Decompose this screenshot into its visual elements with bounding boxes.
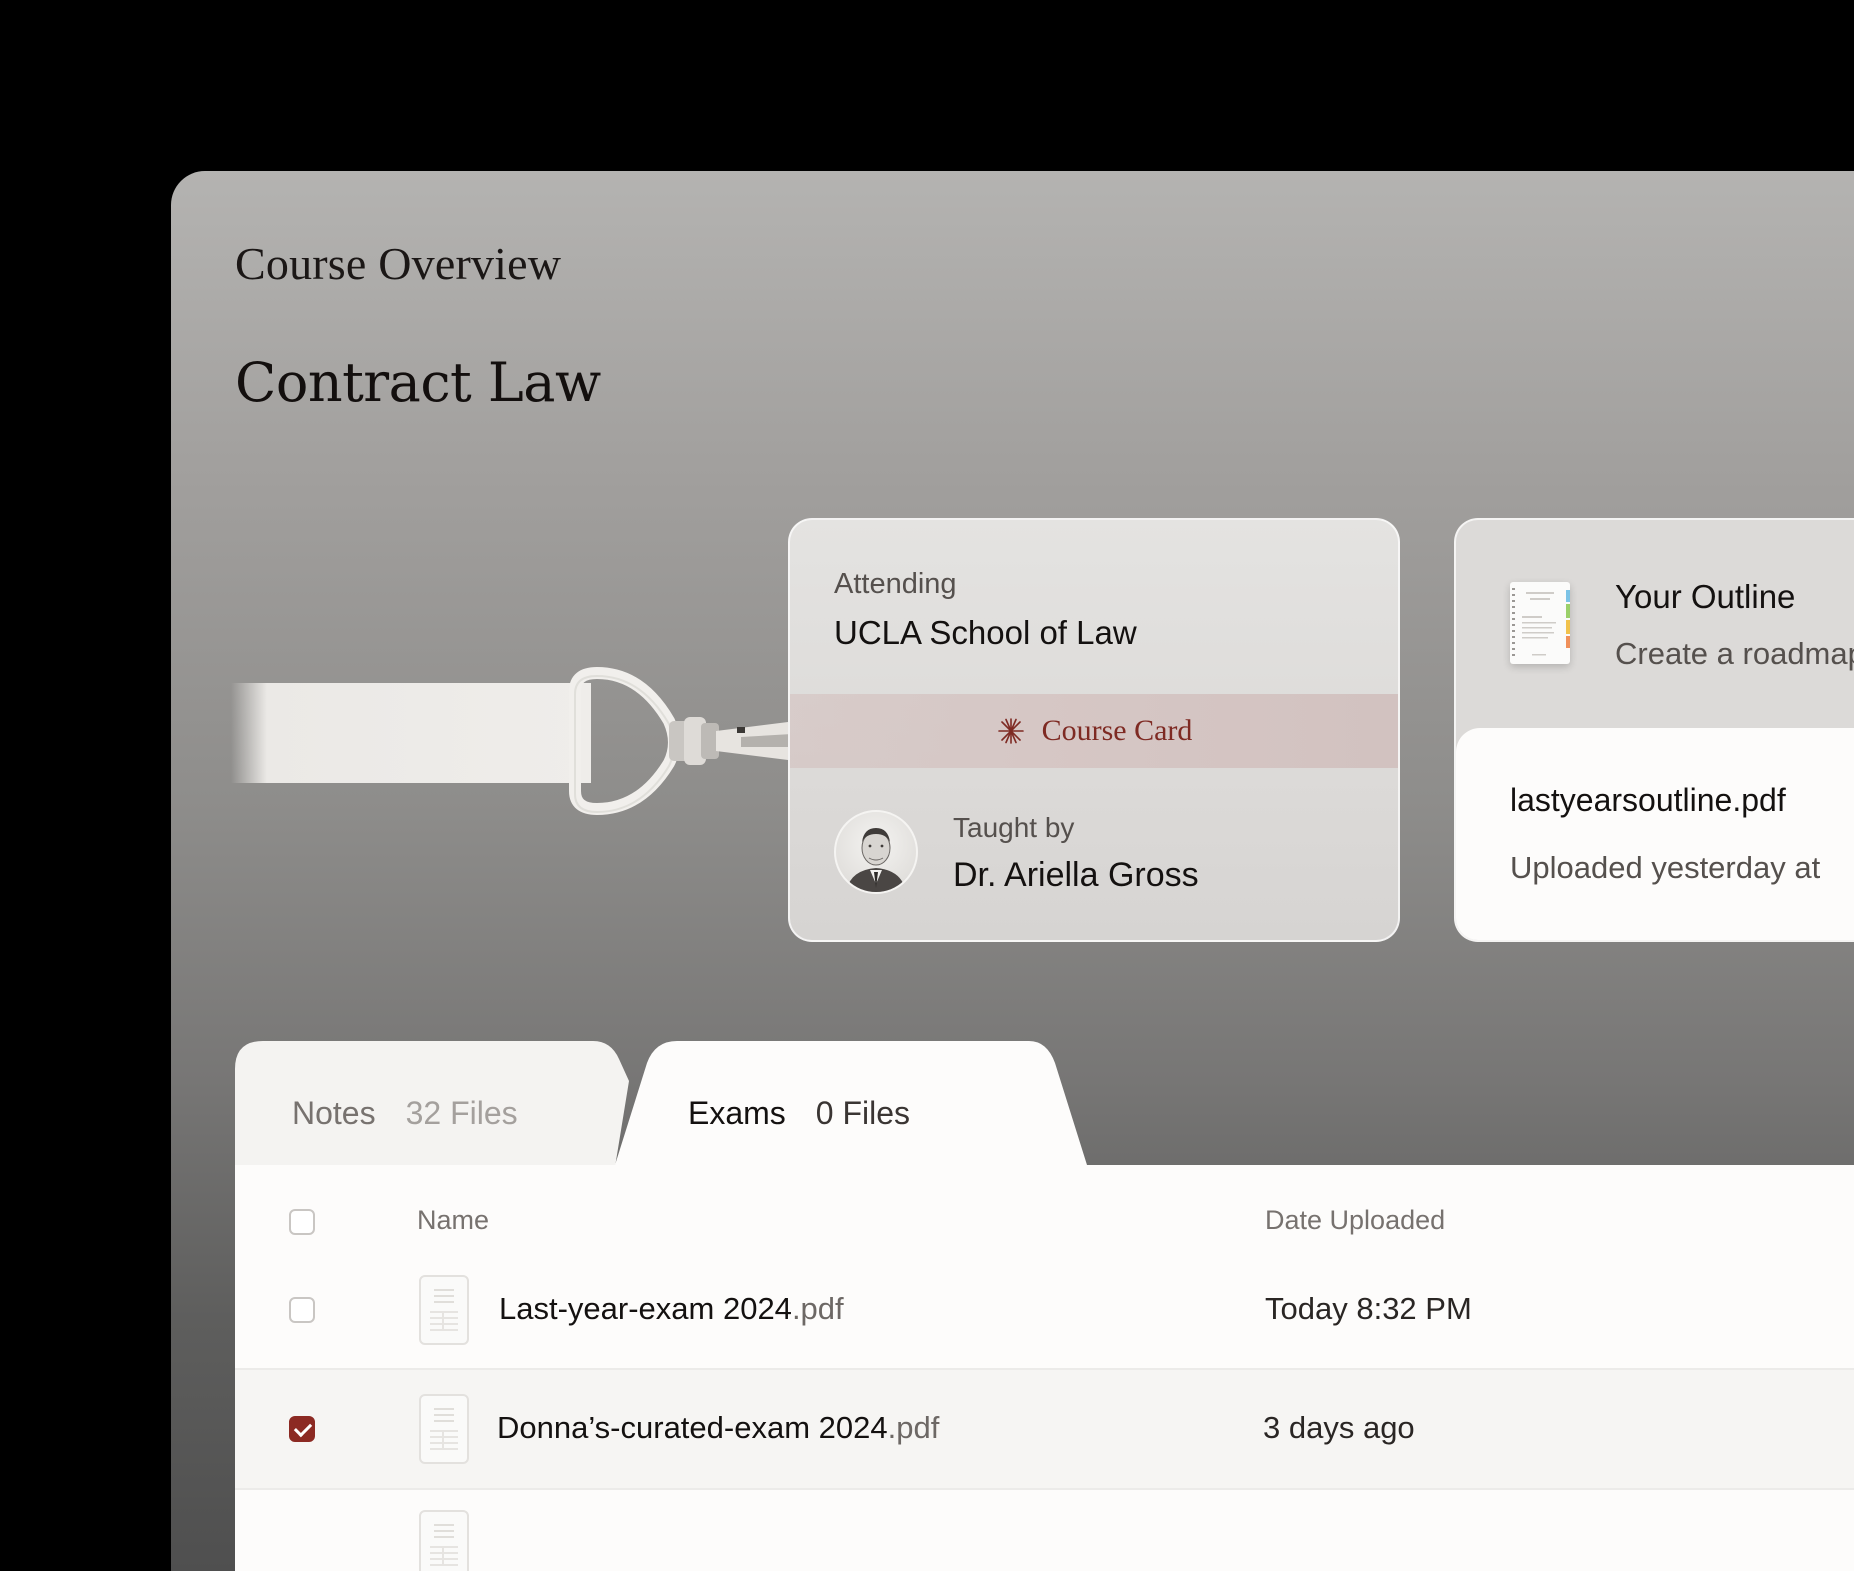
file-extension: .pdf [791, 1291, 844, 1326]
page-title: Contract Law [235, 351, 601, 414]
document-icon [419, 1275, 469, 1345]
starburst-icon [997, 718, 1024, 744]
uploaded-file-meta: Uploaded yesterday at [1510, 850, 1821, 885]
file-name-base: Donna’s-curated-exam 2024 [497, 1410, 888, 1445]
lanyard-strap [231, 683, 591, 783]
document-icon [419, 1394, 469, 1464]
uploaded-file-panel[interactable]: lastyearsoutline.pdf Uploaded yesterday … [1456, 728, 1854, 940]
table-row[interactable]: Last-year-exam 2024.pdf Today 8:32 PM [235, 1251, 1854, 1369]
table-row[interactable]: Donna’s-curated-exam 2024.pdf 3 days ago [235, 1370, 1854, 1488]
file-name[interactable]: Last-year-exam 2024.pdf [499, 1291, 844, 1327]
tab-exams-count: 0 Files [815, 1095, 911, 1131]
tab-exams[interactable]: Exams 0 Files [688, 1095, 910, 1132]
course-card[interactable]: Attending UCLA School of Law Course Card [788, 518, 1400, 942]
file-name[interactable]: Donna’s-curated-exam 2024.pdf [497, 1410, 939, 1446]
school-name: UCLA School of Law [834, 614, 1137, 651]
table-row[interactable] [235, 1490, 1854, 1571]
select-all-checkbox[interactable] [289, 1209, 315, 1235]
row-checkbox-checked[interactable] [289, 1416, 315, 1442]
course-card-label: Course Card [1041, 714, 1193, 747]
column-header-date[interactable]: Date Uploaded [1265, 1205, 1445, 1236]
row-checkbox[interactable] [289, 1297, 315, 1323]
app-window: Course Overview Contract Law Attending U… [171, 171, 1854, 1571]
document-icon [419, 1510, 469, 1571]
file-name-base: Last-year-exam 2024 [499, 1291, 792, 1326]
breadcrumb[interactable]: Course Overview [235, 237, 561, 290]
file-extension: .pdf [887, 1410, 940, 1445]
column-header-name[interactable]: Name [417, 1205, 489, 1236]
tab-exams-label: Exams [688, 1095, 786, 1131]
attending-label: Attending [834, 568, 957, 600]
tab-notes-label: Notes [292, 1095, 376, 1131]
outline-subtitle: Create a roadmap [1615, 636, 1854, 671]
files-table: Name Date Uploaded Last-year-exam 2024.p… [235, 1165, 1854, 1571]
course-card-band: Course Card [790, 694, 1398, 768]
taught-by-label: Taught by [953, 812, 1075, 843]
outline-title: Your Outline [1615, 578, 1796, 615]
instructor-name: Dr. Ariella Gross [953, 856, 1199, 894]
tab-notes[interactable]: Notes 32 Files [292, 1095, 518, 1132]
uploaded-file-name: lastyearsoutline.pdf [1510, 782, 1786, 818]
file-date: 3 days ago [1263, 1410, 1415, 1445]
notebook-thumbnail-icon [1510, 582, 1570, 664]
tab-notes-count: 32 Files [405, 1095, 518, 1131]
outline-card[interactable]: Your Outline Create a roadmap lastyearso… [1454, 518, 1854, 942]
instructor-avatar [834, 810, 918, 894]
file-date: Today 8:32 PM [1265, 1291, 1472, 1326]
